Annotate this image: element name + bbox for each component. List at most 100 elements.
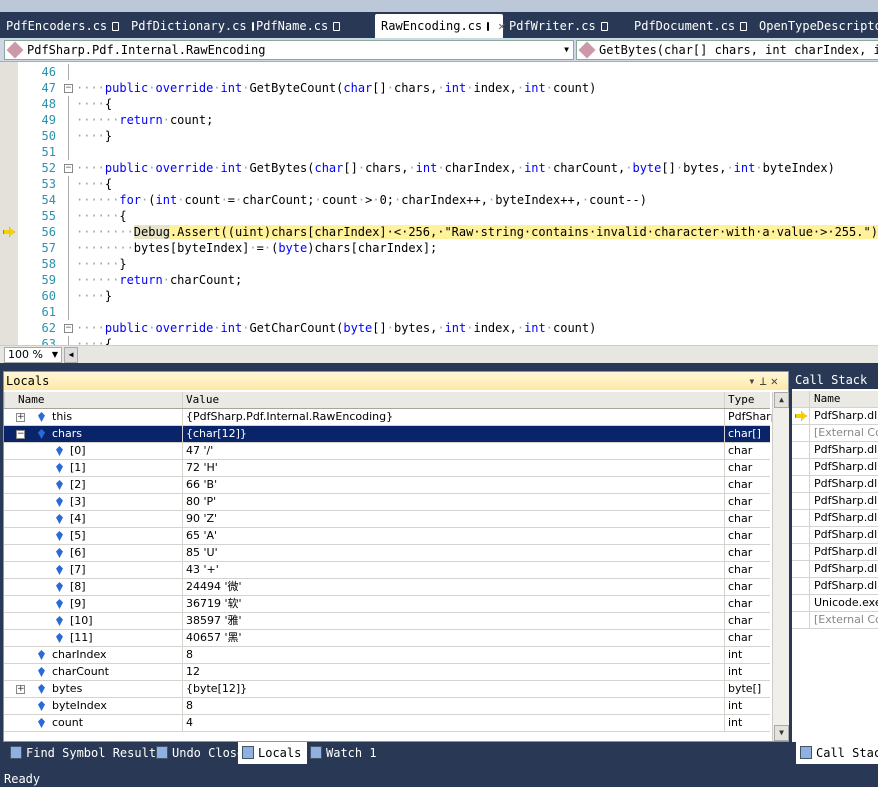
field-icon — [38, 718, 45, 728]
tab-opentypedescriptor-cs[interactable]: OpenTypeDescriptor.cs — [753, 14, 878, 38]
locals-row-11[interactable]: [11] 40657 '黑' char — [4, 630, 770, 647]
locals-row-9[interactable]: [9] 36719 '软' char — [4, 596, 770, 613]
call-stack-row[interactable]: PdfSharp.dll — [792, 544, 878, 561]
code-text: ····} — [76, 288, 112, 304]
code-token: ······ — [76, 193, 120, 207]
scroll-up-button[interactable]: ▲ — [774, 392, 789, 408]
locals-row-3[interactable]: [3] 80 'P' char — [4, 494, 770, 511]
call-stack-row[interactable]: [External Code] — [792, 425, 878, 442]
value-cell[interactable]: 24494 '微' — [182, 579, 724, 595]
code-line: 60 ····} — [0, 288, 878, 304]
locals-row-1[interactable]: [1] 72 'H' char — [4, 460, 770, 477]
locals-row-5[interactable]: [5] 65 'A' char — [4, 528, 770, 545]
code-token: index, — [473, 81, 517, 95]
tab-locals[interactable]: Locals — [238, 742, 308, 764]
call-stack-row[interactable]: PdfSharp.dll — [792, 408, 878, 425]
locals-row-6[interactable]: [6] 85 'U' char — [4, 545, 770, 562]
tab-pdfdocument-cs[interactable]: PdfDocument.cs — [628, 14, 753, 38]
call-stack-row[interactable]: PdfSharp.dll — [792, 561, 878, 578]
code-token: ···· — [76, 321, 105, 335]
value-cell[interactable]: 4 — [182, 715, 724, 731]
code-token: [] — [343, 161, 358, 175]
value-cell[interactable]: {byte[12]} — [182, 681, 724, 697]
column-header-type[interactable]: Type — [724, 392, 774, 408]
tab-call-stack[interactable]: Call Stack — [796, 742, 878, 764]
code-token: · — [162, 273, 170, 287]
value-cell[interactable]: 47 '/' — [182, 443, 724, 459]
type-cell: char[] — [724, 426, 774, 442]
locals-row-10[interactable]: [10] 38597 '雅' char — [4, 613, 770, 630]
call-stack-row[interactable]: Unicode.exe — [792, 595, 878, 612]
value-cell[interactable]: 8 — [182, 647, 724, 663]
locals-row-byteIndex[interactable]: byteIndex 8 int — [4, 698, 770, 715]
tab-watch-1[interactable]: Watch 1 — [306, 742, 383, 764]
tab-pdfwriter-cs[interactable]: PdfWriter.cs — [503, 14, 628, 38]
column-header-value[interactable]: Value — [182, 392, 724, 408]
locals-row-this[interactable]: + this {PdfSharp.Pdf.Internal.RawEncoding}… — [4, 409, 774, 426]
scroll-left-button[interactable]: ◀ — [64, 347, 78, 363]
locals-row-4[interactable]: [4] 90 'Z' char — [4, 511, 770, 528]
call-stack-row[interactable]: PdfSharp.dll — [792, 527, 878, 544]
collapse-icon[interactable]: − — [64, 84, 73, 93]
call-stack-row[interactable]: PdfSharp.dll — [792, 510, 878, 527]
tab-find-symbol-results[interactable]: Find Symbol Results — [6, 742, 169, 764]
collapse-icon[interactable]: − — [64, 324, 73, 333]
locals-row-bytes[interactable]: + bytes {byte[12]} byte[] — [4, 681, 770, 698]
value-cell[interactable]: 40657 '黑' — [182, 630, 724, 646]
code-editor[interactable]: 46 47− ····public·override·int·GetByteCoun… — [0, 62, 878, 345]
locals-row-chars[interactable]: − chars {char[12]} char[] — [4, 426, 770, 443]
code-token: ···· — [76, 81, 105, 95]
field-icon — [56, 446, 63, 456]
locals-row-7[interactable]: [7] 43 '+' char — [4, 562, 770, 579]
column-header-name[interactable]: Name — [814, 391, 841, 407]
line-number: 47 — [41, 81, 56, 95]
column-header-name[interactable]: Name — [4, 392, 182, 408]
collapse-icon[interactable]: − — [64, 164, 73, 173]
value-cell[interactable]: 80 'P' — [182, 494, 724, 510]
value-cell[interactable]: 72 'H' — [182, 460, 724, 476]
value-cell[interactable]: 8 — [182, 698, 724, 714]
value-cell[interactable]: 90 'Z' — [182, 511, 724, 527]
value-cell[interactable]: 66 'B' — [182, 477, 724, 493]
value-cell[interactable]: {PdfSharp.Pdf.Internal.RawEncoding} — [182, 409, 724, 425]
value-cell[interactable]: 38597 '雅' — [182, 613, 724, 629]
value-cell[interactable]: {char[12]} — [182, 426, 724, 442]
member-selector[interactable]: GetBytes(char[] chars, int charIndex, in… — [576, 40, 878, 60]
collapse-icon[interactable]: − — [16, 430, 25, 439]
code-token: · — [386, 81, 394, 95]
lock-icon — [333, 21, 341, 31]
tab-rawencoding-cs[interactable]: RawEncoding.cs ✕ — [375, 14, 505, 38]
locals-row-8[interactable]: [8] 24494 '微' char — [4, 579, 770, 596]
tab-pdfname-cs[interactable]: PdfName.cs — [250, 14, 375, 38]
call-stack-row[interactable]: [External Code] — [792, 612, 878, 629]
call-stack-row[interactable]: PdfSharp.dll — [792, 578, 878, 595]
value-cell[interactable]: 36719 '软' — [182, 596, 724, 612]
scroll-down-button[interactable]: ▼ — [774, 725, 789, 741]
code-text: ····{ — [76, 336, 112, 345]
locals-row-charIndex[interactable]: charIndex 8 int — [4, 647, 770, 664]
pin-icon[interactable]: ⊥ — [760, 374, 771, 388]
locals-row-0[interactable]: [0] 47 '/' char — [4, 443, 770, 460]
call-stack-row[interactable]: PdfSharp.dll — [792, 476, 878, 493]
call-stack-row[interactable]: PdfSharp.dll — [792, 459, 878, 476]
expand-icon[interactable]: + — [16, 685, 25, 694]
expand-icon[interactable]: + — [16, 413, 25, 422]
locals-row-charCount[interactable]: charCount 12 int — [4, 664, 770, 681]
zoom-dropdown[interactable]: 100 % ▼ — [4, 347, 62, 363]
locals-row-count[interactable]: count 4 int — [4, 715, 770, 732]
value-cell[interactable]: 43 '+' — [182, 562, 724, 578]
locals-scrollbar[interactable]: ▲ ▼ — [772, 392, 789, 741]
value-cell[interactable]: 65 'A' — [182, 528, 724, 544]
call-stack-row[interactable]: PdfSharp.dll — [792, 493, 878, 510]
call-stack-row[interactable]: PdfSharp.dll — [792, 442, 878, 459]
value-cell[interactable]: 12 — [182, 664, 724, 680]
variable-name: [10] — [70, 614, 93, 627]
value-cell[interactable]: 85 'U' — [182, 545, 724, 561]
tab-undo-close[interactable]: Undo Close — [152, 742, 250, 764]
tab-pdfdictionary-cs[interactable]: PdfDictionary.cs — [125, 14, 254, 38]
tab-pdfencoders-cs[interactable]: PdfEncoders.cs — [0, 14, 125, 38]
close-icon[interactable]: ✕ — [771, 374, 782, 388]
window-menu-icon[interactable]: ▾ — [748, 374, 759, 388]
locals-row-2[interactable]: [2] 66 'B' char — [4, 477, 770, 494]
type-selector[interactable]: PdfSharp.Pdf.Internal.RawEncoding ▼ — [4, 40, 574, 60]
